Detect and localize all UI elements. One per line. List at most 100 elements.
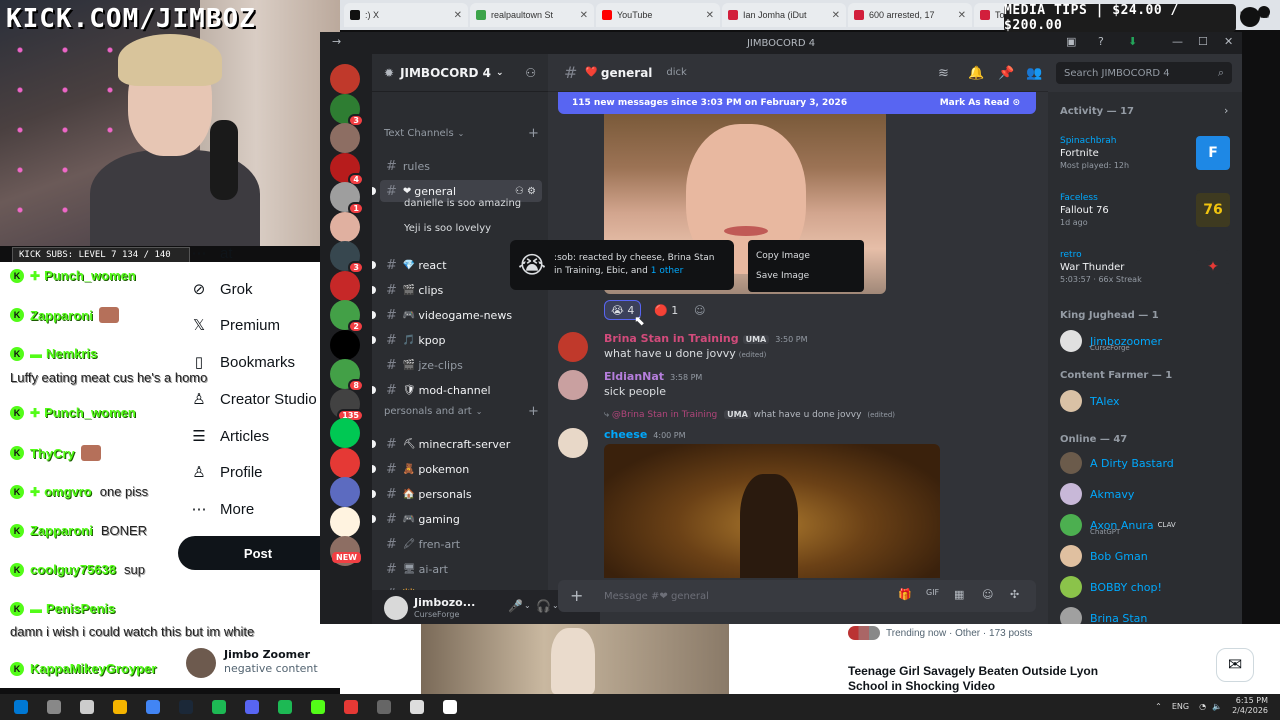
pin-icon[interactable]: 📌 (998, 66, 1014, 81)
x-post-image[interactable] (421, 624, 729, 694)
obs-icon[interactable] (344, 700, 358, 714)
member-item[interactable]: TAlex (1060, 388, 1236, 414)
chevron-down-icon[interactable]: ⌄ (524, 601, 531, 610)
kick-icon[interactable] (311, 700, 325, 714)
app-icon[interactable] (410, 700, 424, 714)
x-nav-item[interactable]: ⊘ Grok (188, 280, 253, 299)
app-icon[interactable] (377, 700, 391, 714)
member-item[interactable]: Brina Stan (1060, 605, 1236, 624)
browser-tab[interactable]: :) X ✕ (344, 3, 468, 27)
file-explorer-icon[interactable] (113, 700, 127, 714)
avatar[interactable] (558, 332, 588, 362)
thread-item[interactable]: danielle is soo amazing (404, 198, 521, 209)
apps-icon[interactable]: ✣ (1010, 588, 1019, 601)
server-icon[interactable]: 3 (330, 93, 364, 127)
maximize-icon[interactable]: ☐ (1198, 35, 1208, 48)
x-nav-item[interactable]: ☰ Articles (188, 427, 269, 446)
x-post-button[interactable]: Post (178, 536, 338, 570)
browser-tab[interactable]: realpaultown St ✕ (470, 3, 594, 27)
server-icon[interactable] (330, 211, 360, 242)
server-icon[interactable]: 3 (330, 241, 364, 274)
reply-preview[interactable]: ⤷ @Brina Stan in Training UMA what have … (604, 410, 895, 420)
x-nav-item[interactable]: ⋯ at (188, 244, 233, 263)
member-item[interactable]: A Dirty Bastard (1060, 450, 1236, 476)
member-item[interactable]: Jimbozoomer CurseForge (1060, 328, 1236, 354)
microphone-icon[interactable]: 🎤 (508, 599, 523, 613)
avatar[interactable] (558, 428, 588, 458)
plus-icon[interactable]: + (570, 586, 583, 605)
tab-close-icon[interactable]: ✕ (706, 10, 714, 21)
invite-people-icon[interactable]: ⚇ (525, 66, 536, 80)
server-icon[interactable]: 1 (330, 182, 364, 215)
channel-gaming[interactable]: # 🎮 gaming (380, 508, 542, 530)
task-view-icon[interactable] (80, 700, 94, 714)
browser-tab[interactable]: 600 arrested, 17 ✕ (848, 3, 972, 27)
download-icon[interactable]: ⬇ (1128, 35, 1137, 48)
tab-close-icon[interactable]: ✕ (580, 10, 588, 21)
category-text-channels[interactable]: Text Channels ⌄ (384, 128, 464, 139)
x-nav-item[interactable]: 𝕏 Premium (188, 316, 280, 335)
tab-close-icon[interactable]: ✕ (832, 10, 840, 21)
channel-kpop[interactable]: # 🎵 kpop (380, 329, 542, 351)
message-author[interactable]: EldianNat 3:58 PM (604, 370, 702, 383)
thread-item[interactable]: Yeji is soo lovelyy (404, 223, 491, 234)
chrome-icon[interactable] (146, 700, 160, 714)
tab-close-icon[interactable]: ✕ (958, 10, 966, 21)
member-item[interactable]: Bob Gman (1060, 543, 1236, 569)
gift-icon[interactable]: 🎁 (898, 588, 912, 601)
server-icon[interactable] (330, 418, 360, 448)
server-icon[interactable] (330, 329, 360, 360)
discord-icon[interactable] (245, 700, 259, 714)
message-author[interactable]: Brina Stan in Training UMA 3:50 PM (604, 332, 807, 345)
sticker-icon[interactable]: ▦ (954, 588, 964, 601)
help-icon[interactable]: ? (1098, 35, 1104, 48)
member-list-icon[interactable]: 👥 (1026, 66, 1042, 81)
x-account-switcher[interactable]: Jimbo Zoomer negative content ⋯ (186, 644, 358, 682)
headset-icon[interactable]: 🎧 (536, 599, 551, 613)
copy-image-menu-item[interactable]: Copy Image (748, 246, 864, 266)
activity-card[interactable]: Spinachbrah Fortnite Most played: 12h F (1060, 136, 1230, 180)
wifi-icon[interactable]: ◔ (1199, 702, 1206, 711)
server-icon[interactable] (330, 477, 360, 507)
server-header[interactable]: ✹ JIMBOCORD 4 ⌄ ⚇ (372, 54, 548, 92)
chevron-up-icon[interactable]: ⌃ (1155, 702, 1162, 711)
x-nav-item[interactable]: ▯ Bookmarks (188, 353, 295, 372)
channel-fren-art[interactable]: # 🖍 fren-art (380, 533, 542, 555)
tab-close-icon[interactable]: ✕ (454, 10, 462, 21)
channel-settings-icon[interactable]: ⚇ ⚙ (515, 186, 536, 197)
category-personals[interactable]: personals and art ⌄ (384, 406, 482, 417)
channel-rules[interactable]: # rules (380, 155, 542, 177)
server-icon[interactable] (330, 506, 360, 537)
reaction-red-circle[interactable]: 🔴 1 (648, 300, 684, 320)
add-channel-icon[interactable]: + (528, 404, 539, 419)
message-author[interactable]: cheese 4:00 PM (604, 428, 686, 441)
message-input[interactable]: + Message #❤ general 🎁 GIF ▦ ☺ ✣ (558, 580, 1036, 612)
activity-card[interactable]: Faceless Fallout 76 1d ago 76 (1060, 193, 1230, 237)
new-messages-bar[interactable]: 115 new messages since 3:03 PM on Februa… (558, 92, 1036, 114)
server-icon[interactable] (330, 270, 360, 301)
channel-pokemon[interactable]: # 🧸 pokemon (380, 458, 542, 480)
spotify-icon[interactable] (278, 700, 292, 714)
server-icon[interactable] (330, 123, 360, 153)
back-arrow-icon[interactable]: → (332, 35, 341, 48)
search-input[interactable]: Search JIMBOCORD 4 ⌕ (1056, 62, 1232, 84)
save-image-menu-item[interactable]: Save Image (748, 266, 864, 286)
member-item[interactable]: Akmavy (1060, 481, 1236, 507)
steam-icon[interactable] (179, 700, 193, 714)
server-icon[interactable]: 4 (330, 152, 364, 186)
avatar[interactable] (384, 596, 408, 620)
activity-card[interactable]: retro War Thunder 5:03:57 · 66x Streak ✦ (1060, 250, 1230, 294)
username[interactable]: Jimbozo... (414, 596, 475, 609)
server-icon[interactable] (330, 64, 360, 94)
close-icon[interactable]: ✕ (1224, 35, 1233, 48)
browser-tab[interactable]: Ian Jomha (iDut ✕ (722, 3, 846, 27)
gif-icon[interactable]: GIF (926, 588, 939, 597)
browser-tab[interactable]: YouTube ✕ (596, 3, 720, 27)
channel-ai-art[interactable]: # 🖥 ai-art (380, 558, 542, 580)
inbox-icon[interactable]: ▣ (1066, 35, 1076, 48)
messages-icon[interactable]: ✉ (1216, 648, 1254, 682)
server-icon[interactable] (330, 447, 360, 478)
clock[interactable]: 6:15 PM 2/4/2026 (1232, 696, 1268, 716)
server-icon[interactable]: 8 (330, 359, 364, 392)
bell-icon[interactable]: 🔔 (968, 66, 984, 81)
